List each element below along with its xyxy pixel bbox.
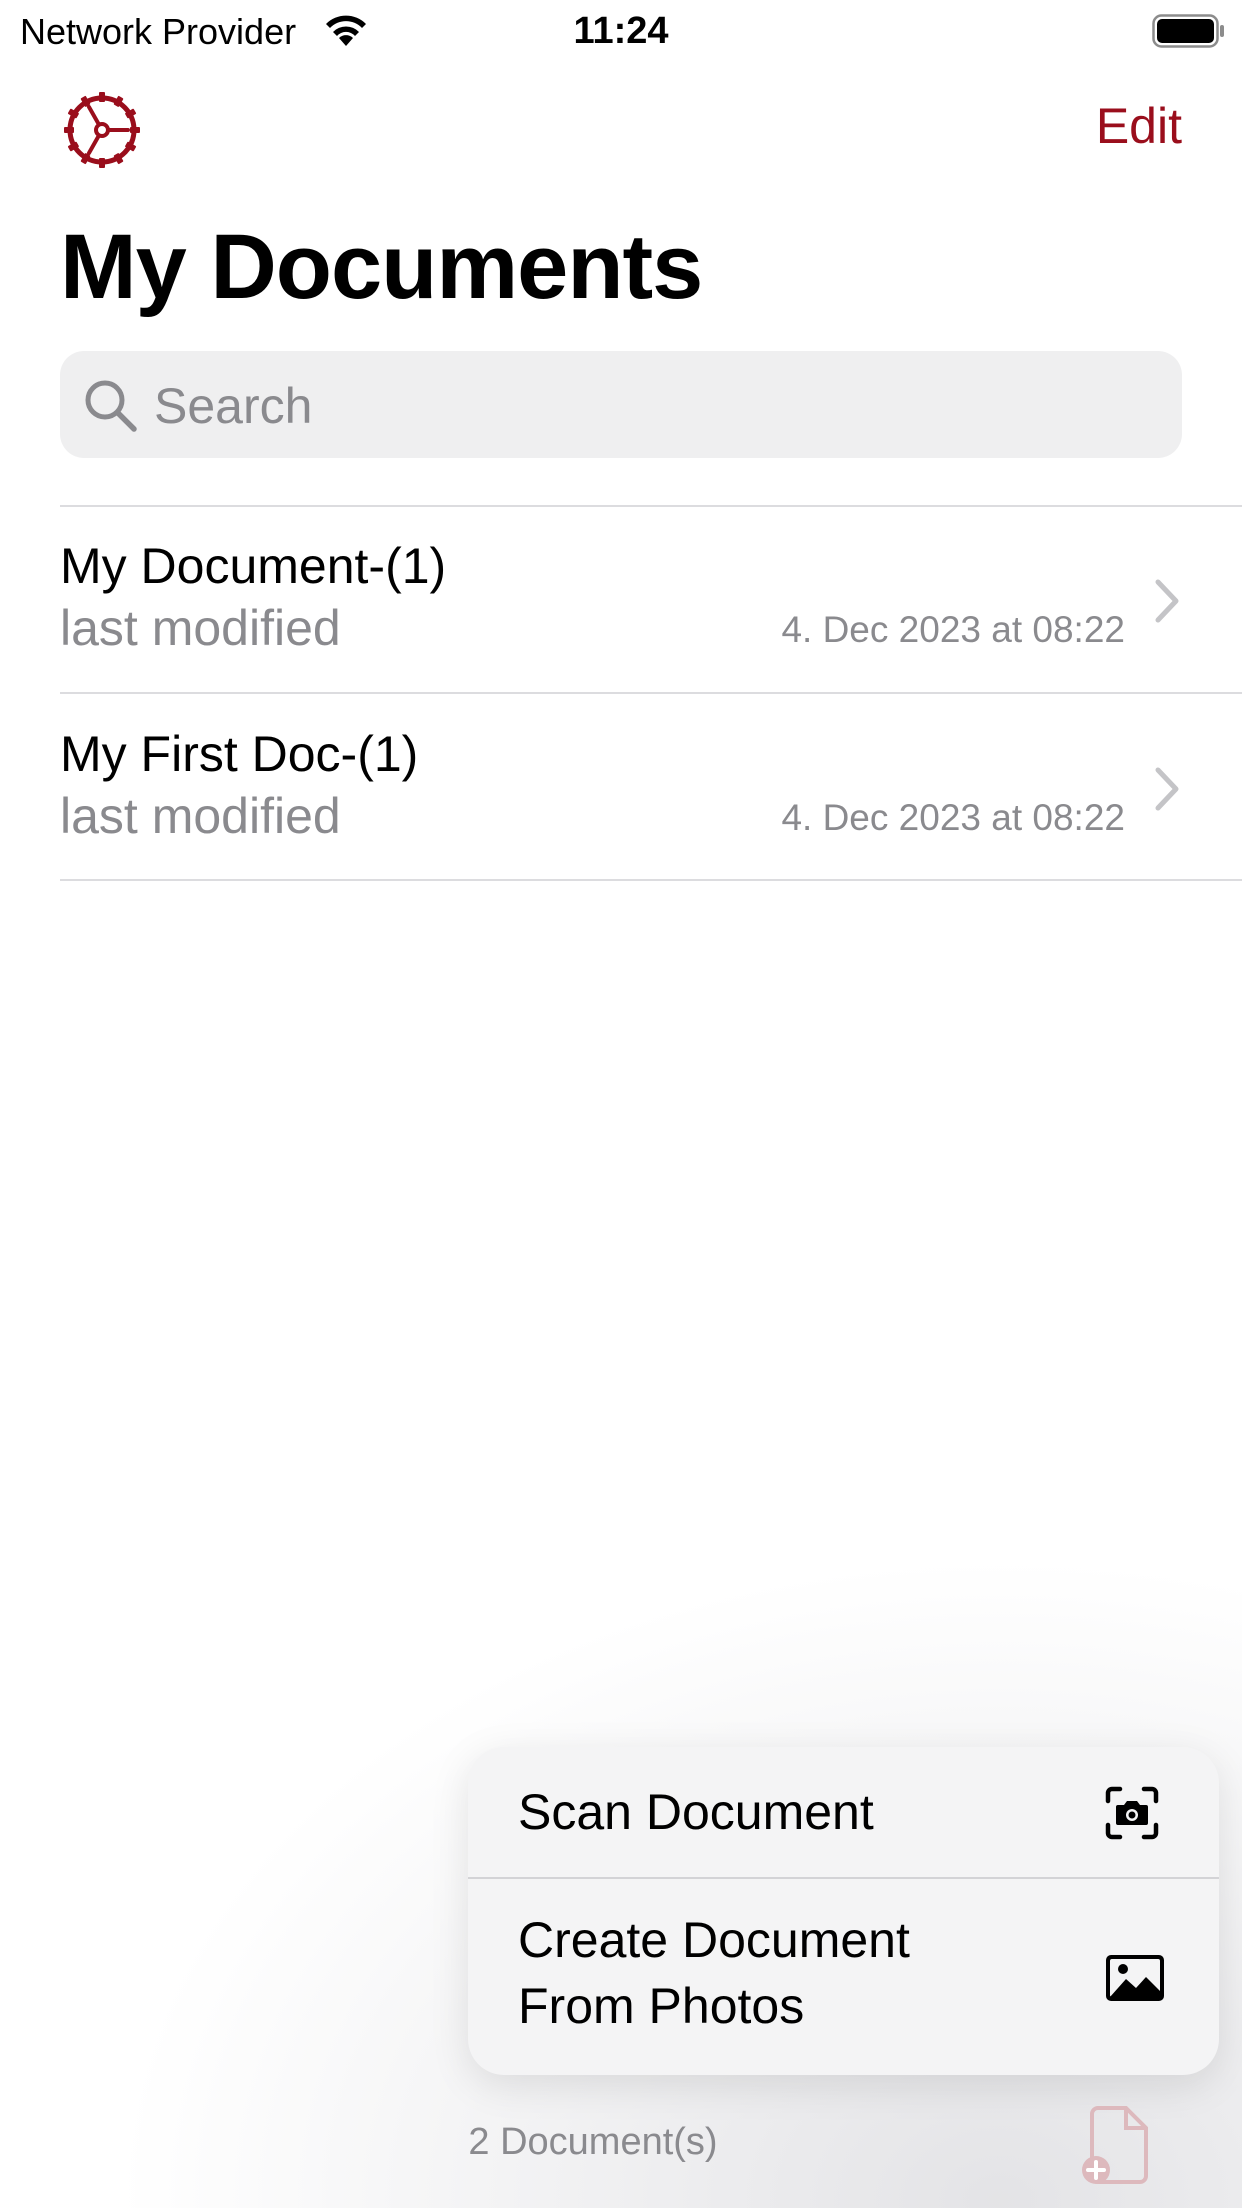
document-date: 4. Dec 2023 at 08:22	[781, 609, 1125, 650]
new-document-icon[interactable]	[1080, 2104, 1154, 2188]
status-time: 11:24	[573, 10, 669, 52]
chevron-right-icon	[1155, 767, 1179, 811]
document-name: My Document-(1)	[60, 538, 447, 594]
menu-item-label: Create Document	[518, 1912, 910, 1968]
battery-icon	[1152, 14, 1224, 48]
camera-scan-icon	[1105, 1786, 1159, 1840]
page-title: My Documents	[60, 216, 703, 318]
menu-item-label: Scan Document	[518, 1784, 874, 1840]
edit-button[interactable]: Edit	[1096, 96, 1182, 156]
document-subtitle: last modified	[60, 788, 341, 844]
document-row[interactable]: My Document-(1) last modified 4. Dec 202…	[0, 506, 1242, 692]
menu-item-scan-document[interactable]: Scan Document	[468, 1747, 1219, 1877]
new-document-menu: Scan Document Create Document From Photo…	[468, 1747, 1219, 2075]
search-input[interactable]	[152, 351, 1156, 460]
search-bar[interactable]	[60, 351, 1182, 460]
document-date: 4. Dec 2023 at 08:22	[781, 797, 1125, 838]
menu-item-label: From Photos	[518, 1978, 805, 2034]
search-icon	[85, 380, 137, 432]
document-subtitle: last modified	[60, 600, 341, 656]
document-row[interactable]: My First Doc-(1) last modified 4. Dec 20…	[0, 694, 1242, 880]
photo-icon	[1106, 1955, 1164, 2001]
menu-item-create-from-photos[interactable]: Create Document From Photos	[468, 1879, 1219, 2075]
chevron-right-icon	[1155, 579, 1179, 623]
document-count: 2 Document(s)	[468, 2121, 718, 2163]
list-separator	[60, 879, 1242, 881]
document-name: My First Doc-(1)	[60, 726, 419, 782]
gear-icon[interactable]	[62, 90, 142, 170]
